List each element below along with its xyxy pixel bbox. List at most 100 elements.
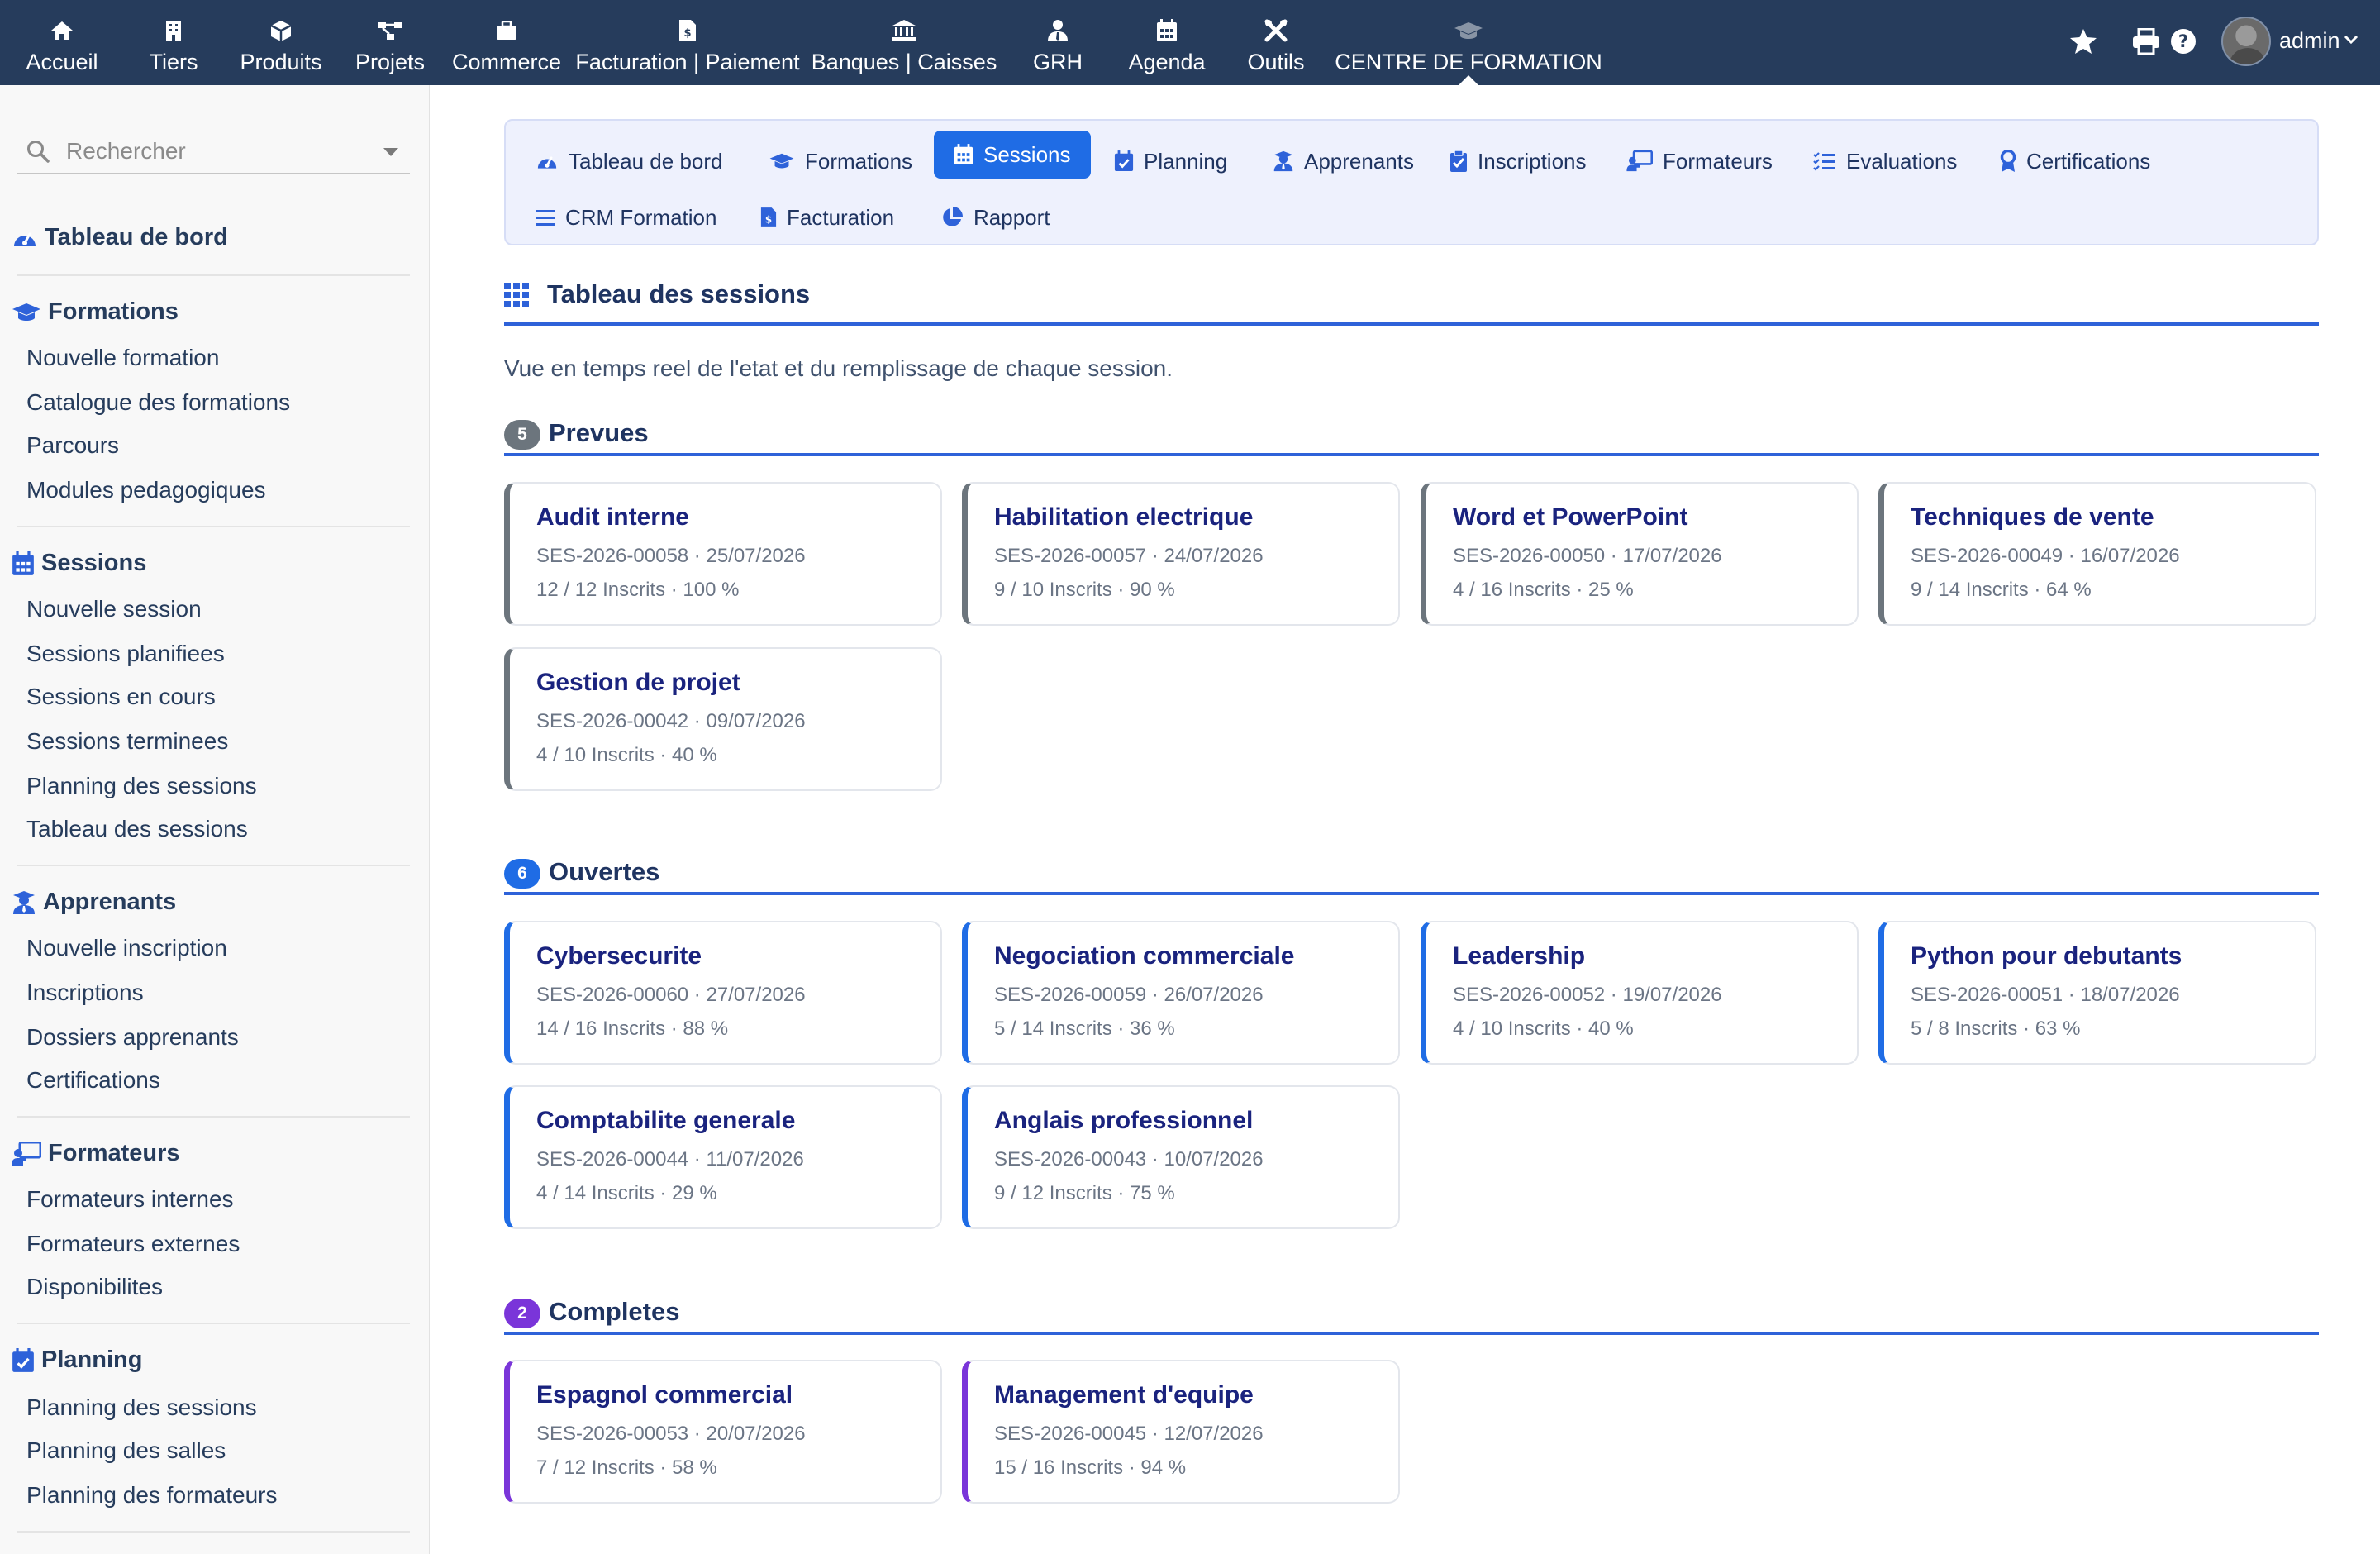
page-title: Tableau des sessions [547, 279, 811, 308]
sidebar-section-planning[interactable]: Planning [12, 1347, 142, 1374]
sidebar-item-nouvelle-formation[interactable]: Nouvelle formation [26, 345, 219, 371]
group-title: Ouvertes [549, 857, 660, 886]
tab-certifications[interactable]: Certifications [1993, 137, 2157, 185]
help-icon[interactable]: ? [2170, 28, 2197, 55]
topmenu-facturation[interactable]: $ Facturation | Paiement [575, 0, 800, 85]
topmenu-produits[interactable]: Produits [231, 0, 331, 85]
sidebar-item-planning-des-sessions[interactable]: Planning des sessions [26, 773, 257, 799]
sidebar-item-planning-salles[interactable]: Planning des salles [26, 1437, 226, 1464]
sidebar-section-formateurs[interactable]: Formateurs [12, 1140, 180, 1167]
session-reference: SES-2026-00050 · 17/07/2026 [1453, 545, 1722, 567]
chevron-down-icon[interactable] [2344, 35, 2359, 45]
sidebar-item-catalogue-formations[interactable]: Catalogue des formations [26, 389, 290, 416]
tab-formations[interactable]: Formations [762, 137, 919, 185]
topmenu-tiers[interactable]: Tiers [132, 0, 215, 85]
session-card[interactable]: Habilitation electrique SES-2026-00057 ·… [962, 482, 1400, 626]
session-title: Habilitation electrique [994, 503, 1254, 531]
session-card[interactable]: Python pour debutants SES-2026-00051 · 1… [1878, 921, 2316, 1065]
sidebar-divider [17, 865, 410, 866]
sidebar-item-sessions-terminees[interactable]: Sessions terminees [26, 728, 228, 755]
avatar[interactable] [2221, 17, 2271, 66]
tab-apprenants[interactable]: Apprenants [1266, 137, 1421, 185]
topmenu-agenda[interactable]: Agenda [1124, 0, 1210, 85]
star-icon[interactable] [2069, 28, 2097, 55]
session-card[interactable]: Audit interne SES-2026-00058 · 25/07/202… [504, 482, 942, 626]
sidebar-item-tableau-des-sessions[interactable]: Tableau des sessions [26, 816, 248, 842]
session-enrollment: 9 / 10 Inscrits · 90 % [994, 579, 1175, 601]
topmenu-projets[interactable]: Projets [350, 0, 430, 85]
session-enrollment: 4 / 10 Inscrits · 40 % [536, 744, 717, 766]
group-header-prevues: 5 Prevues [504, 418, 2319, 456]
session-reference: SES-2026-00043 · 10/07/2026 [994, 1148, 1264, 1170]
user-graduate-icon [13, 890, 35, 914]
tab-formateurs[interactable]: Formateurs [1620, 137, 1779, 185]
session-card[interactable]: Management d'equipe SES-2026-00045 · 12/… [962, 1360, 1400, 1504]
tab-rapport[interactable]: Rapport [934, 193, 1057, 241]
session-card[interactable]: Espagnol commercial SES-2026-00053 · 20/… [504, 1360, 942, 1504]
sidebar-item-disponibilites[interactable]: Disponibilites [26, 1274, 163, 1300]
sidebar-item-planning-formateurs[interactable]: Planning des formateurs [26, 1482, 278, 1509]
session-enrollment: 9 / 12 Inscrits · 75 % [994, 1182, 1175, 1204]
sidebar-item-sessions-en-cours[interactable]: Sessions en cours [26, 684, 216, 710]
sidebar: Tableau de bord Formations Nouvelle form… [0, 85, 430, 1554]
print-icon[interactable] [2132, 28, 2160, 55]
topmenu-grh[interactable]: GRH [1025, 0, 1091, 85]
group-title: Prevues [549, 418, 649, 447]
session-card[interactable]: Anglais professionnel SES-2026-00043 · 1… [962, 1085, 1400, 1229]
session-card[interactable]: Gestion de projet SES-2026-00042 · 09/07… [504, 647, 942, 791]
tab-inscriptions[interactable]: Inscriptions [1443, 137, 1593, 185]
sidebar-section-apprenants[interactable]: Apprenants [12, 889, 176, 916]
session-reference: SES-2026-00045 · 12/07/2026 [994, 1423, 1264, 1445]
grid-icon [504, 283, 529, 307]
sidebar-dashboard[interactable]: Tableau de bord [12, 224, 228, 251]
sidebar-section-sessions[interactable]: Sessions [12, 550, 146, 577]
sidebar-item-certifications[interactable]: Certifications [26, 1067, 160, 1094]
sidebar-item-sessions-planifiees[interactable]: Sessions planifiees [26, 641, 225, 667]
module-tabs: Tableau de bord Formations Sessions Plan… [504, 119, 2319, 245]
tab-crm-formation[interactable]: CRM Formation [529, 193, 723, 241]
session-title: Python pour debutants [1911, 942, 2182, 970]
sidebar-item-inscriptions[interactable]: Inscriptions [26, 980, 144, 1006]
session-title: Espagnol commercial [536, 1381, 793, 1409]
sidebar-item-formateurs-externes[interactable]: Formateurs externes [26, 1231, 240, 1257]
gauge-icon [14, 232, 36, 246]
sidebar-item-parcours[interactable]: Parcours [26, 432, 119, 459]
session-card[interactable]: Negociation commerciale SES-2026-00059 ·… [962, 921, 1400, 1065]
session-card[interactable]: Leadership SES-2026-00052 · 19/07/2026 4… [1421, 921, 1859, 1065]
count-badge: 2 [504, 1299, 540, 1328]
tab-facturation[interactable]: $ Facturation [754, 193, 901, 241]
tab-sessions[interactable]: Sessions [934, 131, 1091, 179]
topmenu-banques[interactable]: Banques | Caisses [812, 0, 997, 85]
session-card[interactable]: Cybersecurite SES-2026-00060 · 27/07/202… [504, 921, 942, 1065]
calendar-icon [954, 144, 973, 164]
search-dropdown-caret-icon[interactable] [383, 148, 398, 156]
search-input[interactable] [66, 135, 364, 168]
topmenu-outils[interactable]: Outils [1235, 0, 1317, 85]
session-card[interactable]: Word et PowerPoint SES-2026-00050 · 17/0… [1421, 482, 1859, 626]
sidebar-item-planning-sessions[interactable]: Planning des sessions [26, 1394, 257, 1421]
clipboard-check-icon [1450, 150, 1467, 172]
topmenu-centre-de-formation[interactable]: CENTRE DE FORMATION [1335, 0, 1602, 85]
svg-text:?: ? [2178, 31, 2188, 51]
sidebar-item-modules-pedagogiques[interactable]: Modules pedagogiques [26, 477, 266, 503]
tab-planning[interactable]: Planning [1107, 137, 1234, 185]
tab-evaluations[interactable]: Evaluations [1806, 137, 1963, 185]
calendar-check-icon [1114, 150, 1134, 171]
sidebar-item-formateurs-internes[interactable]: Formateurs internes [26, 1186, 234, 1213]
session-enrollment: 7 / 12 Inscrits · 58 % [536, 1456, 717, 1479]
svg-text:$: $ [683, 27, 691, 40]
session-enrollment: 12 / 12 Inscrits · 100 % [536, 579, 740, 601]
username[interactable]: admin [2279, 28, 2340, 54]
session-card[interactable]: Comptabilite generale SES-2026-00044 · 1… [504, 1085, 942, 1229]
sidebar-section-formations[interactable]: Formations [12, 298, 178, 326]
user-graduate-icon [1273, 150, 1293, 172]
session-card[interactable]: Techniques de vente SES-2026-00049 · 16/… [1878, 482, 2316, 626]
topmenu-commerce[interactable]: Commerce [451, 0, 562, 85]
topmenu-accueil[interactable]: Accueil [17, 0, 107, 85]
session-reference: SES-2026-00044 · 11/07/2026 [536, 1148, 804, 1170]
sidebar-item-nouvelle-inscription[interactable]: Nouvelle inscription [26, 935, 227, 961]
session-title: Management d'equipe [994, 1381, 1254, 1409]
sidebar-item-nouvelle-session[interactable]: Nouvelle session [26, 596, 202, 622]
tab-tableau-de-bord[interactable]: Tableau de bord [529, 137, 729, 185]
sidebar-item-dossiers-apprenants[interactable]: Dossiers apprenants [26, 1024, 239, 1051]
